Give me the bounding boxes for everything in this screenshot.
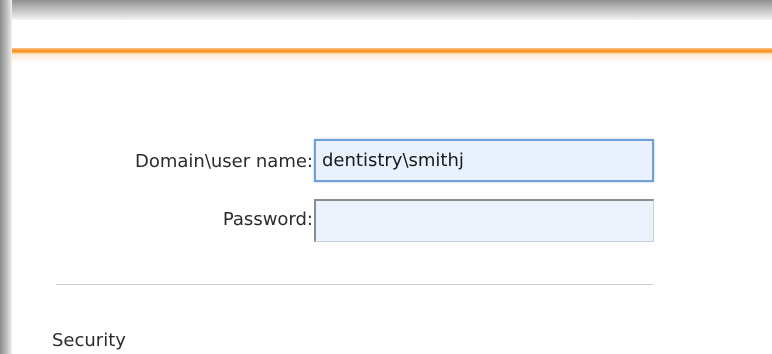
section-divider bbox=[56, 284, 653, 285]
username-label: Domain\user name: bbox=[134, 151, 313, 172]
dialog-panel: Domain\user name: Password: Security bbox=[12, 20, 772, 354]
window-shadow-left bbox=[0, 0, 12, 354]
window-shadow-top bbox=[0, 0, 772, 20]
security-section-title: Security bbox=[52, 330, 126, 351]
accent-bar-glow bbox=[12, 54, 772, 62]
login-dialog: Domain\user name: Password: Security bbox=[0, 0, 772, 354]
password-input[interactable] bbox=[314, 199, 654, 242]
password-label: Password: bbox=[222, 209, 313, 230]
username-input[interactable] bbox=[314, 139, 654, 182]
